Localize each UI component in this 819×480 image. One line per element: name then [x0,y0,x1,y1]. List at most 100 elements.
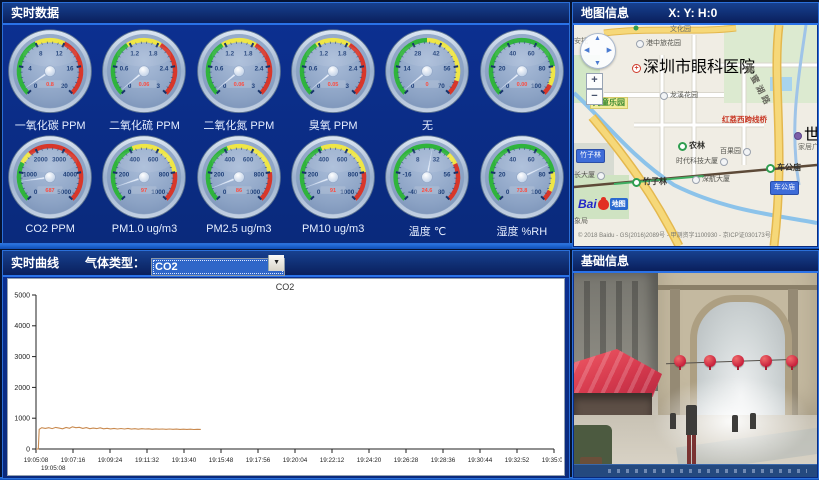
panel-map-header: 地图信息 X: Y: H:0 [573,3,818,25]
gauge-label: PM1.0 ug/m3 [112,223,177,235]
svg-text:0: 0 [506,189,510,196]
pan-down-icon[interactable]: ▼ [594,60,601,67]
svg-text:1000: 1000 [23,171,38,178]
gauge-label: 二氧化氮 PPM [203,117,274,133]
svg-text:97: 97 [141,188,147,194]
gas-type-select[interactable]: CO2 [151,258,285,276]
map-zoom-in-button[interactable]: + [586,73,603,89]
baidu-map-logo: Bai 地图 [578,197,628,211]
pan-up-icon[interactable]: ▲ [594,35,601,42]
svg-text:0: 0 [34,83,38,90]
svg-text:19:20:04: 19:20:04 [283,457,308,464]
map-label: 车公庙 [766,163,801,173]
person-legs [687,435,696,467]
svg-text:19:35:00: 19:35:00 [542,457,562,464]
svg-text:4000: 4000 [63,171,78,178]
svg-text:20: 20 [498,65,506,72]
svg-text:0.05: 0.05 [328,82,339,88]
svg-text:-16: -16 [403,171,413,178]
building-icon [720,158,728,166]
gauge-11: -40-16832568024.6温度 ℃ [380,133,474,239]
person-silhouette [750,413,756,429]
map-label: +深圳市眼科医院 [632,63,755,73]
gauge-label: 二氧化硫 PPM [109,117,180,133]
red-lantern [760,355,772,367]
red-lantern [786,355,798,367]
svg-text:19:30:44: 19:30:44 [468,457,493,464]
svg-text:687: 687 [46,188,55,194]
svg-text:5000: 5000 [14,292,30,299]
svg-text:0: 0 [426,82,429,88]
map-label: 港中旅花园 [636,39,681,49]
person-silhouette [686,405,697,435]
map-canvas[interactable]: 安托文化园港中旅花园+深圳市眼科医院龙溪花园儿童乐园红荔西跨线桥农林世纪中家居广… [574,25,817,246]
svg-text:3: 3 [346,83,350,90]
building-icon [660,92,668,100]
metro-station-icon [678,142,687,151]
gauge-label: 湿度 %RH [496,223,547,239]
svg-text:200: 200 [119,171,130,178]
map-label: 农林 [678,141,705,151]
svg-text:19:05:08: 19:05:08 [24,457,49,464]
baidu-logo-text: Bai [578,197,597,211]
svg-text:2.4: 2.4 [254,65,263,72]
gauge-label: 温度 ℃ [409,223,446,239]
panel-basic-title: 基础信息 [581,254,629,268]
map-label: 世纪中 [794,131,817,141]
pan-right-icon[interactable]: ▶ [607,46,612,54]
svg-text:1000: 1000 [14,416,30,423]
gauge-5: 014284256700无 [380,27,474,133]
red-lantern [704,355,716,367]
map-zoom-out-button[interactable]: − [586,89,603,105]
map-label: 车公庙 [770,181,799,195]
svg-text:2000: 2000 [14,385,30,392]
svg-text:19:17:56: 19:17:56 [246,457,271,464]
svg-text:56: 56 [444,65,452,72]
red-lantern [674,355,686,367]
gauge-4: 00.61.21.82.430.05臭氧 PPM [286,27,380,133]
panel-map-title: 地图信息 [581,6,629,20]
gauge-10: 0200400600800100091PM10 ug/m3 [286,133,380,239]
gauge-label: 无 [422,117,433,133]
svg-text:0: 0 [128,189,132,196]
svg-text:19:15:48: 19:15:48 [209,457,234,464]
baidu-map-badge: 地图 [610,198,628,210]
svg-text:0: 0 [223,189,227,196]
map-label: 象局 [574,217,588,227]
map-pan-control[interactable]: ▲ ▼ ◀ ▶ [580,33,616,69]
svg-text:800: 800 [159,171,170,178]
video-player-bar[interactable] [574,464,817,477]
gauge-6: 0204060801000.00 [475,27,569,133]
svg-text:3: 3 [251,83,255,90]
panel-basic-info: 基础信息 [572,250,819,479]
svg-text:200: 200 [214,171,225,178]
svg-text:0: 0 [317,189,321,196]
gauge-label: PM2.5 ug/m3 [206,223,271,235]
svg-text:19:22:12: 19:22:12 [320,457,345,464]
svg-text:73.8: 73.8 [516,188,527,194]
gauge-7: 010002000300040005000687CO2 PPM [3,133,97,239]
potted-plant [574,425,612,469]
map-label: 百果园 [720,147,751,157]
map-label: 香蜜湖路 [743,63,773,108]
metro-station-icon [766,164,775,173]
svg-text:16: 16 [67,65,75,72]
building-icon [692,176,700,184]
map-label: 时代科技大厦 [676,157,728,167]
gauge-3: 00.61.21.82.430.06二氧化氮 PPM [192,27,286,133]
player-progress-marks [608,469,807,473]
svg-text:19:24:20: 19:24:20 [357,457,382,464]
svg-text:800: 800 [348,171,359,178]
gas-type-combobox[interactable]: CO2 ▼ [151,254,285,272]
svg-text:0.6: 0.6 [120,65,129,72]
svg-text:19:07:16: 19:07:16 [61,457,86,464]
panel-realtime-curve: 实时曲线 气体类型： CO2 ▼ CO201000200030004000500… [2,250,570,479]
svg-text:2.4: 2.4 [349,65,358,72]
gauge-label: 臭氧 PPM [309,117,358,133]
gauge-9: 0200400600800100086PM2.5 ug/m3 [192,133,286,239]
svg-text:19:13:40: 19:13:40 [172,457,197,464]
svg-text:4000: 4000 [14,323,30,330]
panel-map-info: 地图信息 X: Y: H:0 安托文化园港中旅花园+深圳市 [572,2,819,248]
pan-left-icon[interactable]: ◀ [584,46,589,54]
map-label: 竹子林 [632,177,667,187]
